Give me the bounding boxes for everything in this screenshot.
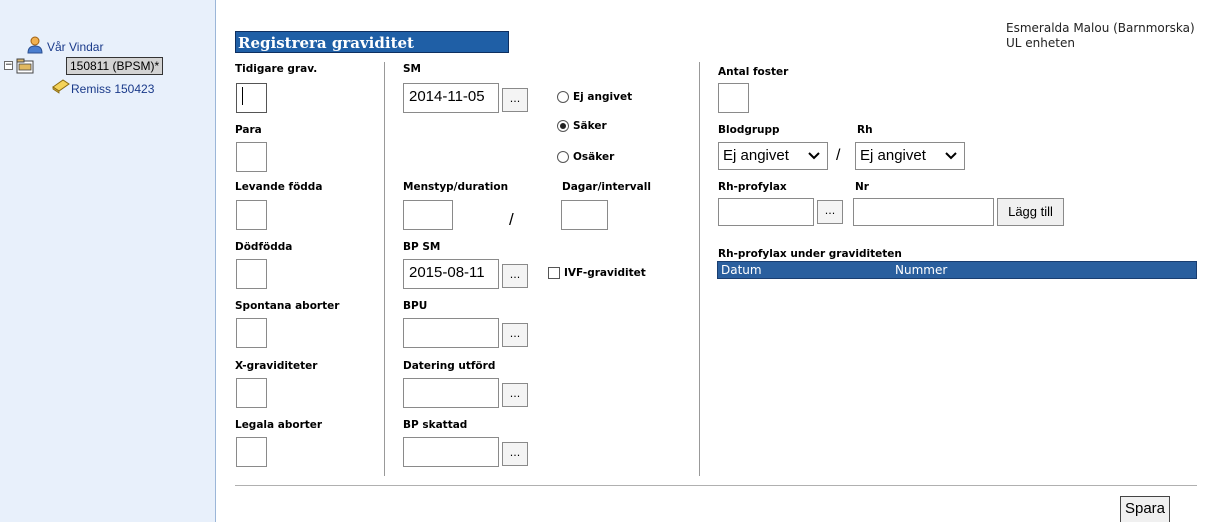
rh-profylax-label: Rh-profylax (718, 181, 787, 193)
radio-osaker-label: Osäker (573, 151, 615, 163)
legala-aborter-input[interactable] (236, 437, 267, 467)
rh-label: Rh (857, 124, 873, 136)
spontana-aborter-input[interactable] (236, 318, 267, 348)
levande-fodda-input[interactable] (236, 200, 267, 230)
tidigare-grav-input[interactable] (236, 83, 267, 113)
ivf-checkbox[interactable] (548, 267, 560, 279)
rh-profylax-table-header: Datum Nummer (717, 261, 1197, 279)
x-graviditeter-label: X-graviditeter (235, 360, 318, 372)
blodgrupp-select[interactable]: Ej angivet (718, 142, 828, 170)
para-label: Para (235, 124, 262, 136)
user-icon (27, 36, 43, 57)
radio-ej-angivet[interactable] (557, 91, 569, 103)
sm-date-picker-button[interactable]: ... (502, 88, 528, 112)
blodgrupp-value: Ej angivet (723, 147, 789, 164)
remiss-icon (51, 78, 71, 97)
menstyp-input[interactable] (403, 200, 453, 230)
sidebar: Vår Vindar − 150811 (BPSM)* Remiss 15042… (0, 0, 216, 522)
chevron-down-icon (944, 147, 958, 167)
bpsm-date-input[interactable]: 2015-08-11 (403, 259, 499, 289)
x-graviditeter-input[interactable] (236, 378, 267, 408)
slash-separator: / (509, 210, 514, 229)
legala-aborter-label: Legala aborter (235, 419, 323, 431)
levande-fodda-label: Levande födda (235, 181, 323, 193)
collapse-icon[interactable]: − (4, 61, 13, 70)
folder-icon (16, 58, 34, 77)
bp-skattad-date-input[interactable] (403, 437, 499, 467)
nr-label: Nr (855, 181, 869, 193)
bp-skattad-date-picker-button[interactable]: ... (502, 442, 528, 466)
blodgrupp-label: Blodgrupp (718, 124, 780, 136)
rh-profylax-table-title: Rh-profylax under graviditeten (718, 248, 902, 260)
sm-date-input[interactable]: 2014-11-05 (403, 83, 499, 113)
bp-skattad-label: BP skattad (403, 419, 468, 431)
remiss-item[interactable]: Remiss 150423 (71, 82, 154, 96)
user-name[interactable]: Vår Vindar (47, 40, 103, 54)
chevron-down-icon (807, 147, 821, 167)
antal-foster-input[interactable] (718, 83, 749, 113)
tidigare-grav-label: Tidigare grav. (235, 63, 318, 75)
bpu-date-picker-button[interactable]: ... (502, 323, 528, 347)
record-item[interactable]: 150811 (BPSM)* (66, 57, 164, 75)
unit-name: UL enheten (1006, 36, 1075, 50)
dagar-input[interactable] (561, 200, 608, 230)
dodfodda-input[interactable] (236, 259, 267, 289)
datering-date-picker-button[interactable]: ... (502, 383, 528, 407)
radio-ej-angivet-label: Ej angivet (573, 91, 633, 103)
spontana-aborter-label: Spontana aborter (235, 300, 340, 312)
dodfodda-label: Dödfödda (235, 241, 293, 253)
dagar-label: Dagar/intervall (562, 181, 651, 193)
save-button[interactable]: Spara (1120, 496, 1170, 522)
bpsm-label: BP SM (403, 241, 441, 253)
bpsm-date-picker-button[interactable]: ... (502, 264, 528, 288)
bpu-label: BPU (403, 300, 428, 312)
divider (699, 62, 700, 476)
sm-label: SM (403, 63, 422, 75)
table-header-datum: Datum (721, 263, 762, 277)
page-title: Registrera graviditet (235, 31, 509, 53)
datering-label: Datering utförd (403, 360, 496, 372)
rh-select[interactable]: Ej angivet (855, 142, 965, 170)
datering-date-input[interactable] (403, 378, 499, 408)
bottom-divider (235, 485, 1197, 486)
rh-profylax-date-picker-button[interactable]: ... (817, 200, 843, 224)
radio-saker-label: Säker (573, 120, 607, 132)
user-info: Esmeralda Malou (Barnmorska) (1006, 21, 1195, 35)
radio-saker[interactable] (557, 120, 569, 132)
table-header-nummer: Nummer (895, 263, 948, 277)
divider (384, 62, 385, 476)
rh-value: Ej angivet (860, 147, 926, 164)
bpu-date-input[interactable] (403, 318, 499, 348)
nr-input[interactable] (853, 198, 994, 226)
antal-foster-label: Antal foster (718, 66, 789, 78)
blodgrupp-rh-separator: / (836, 147, 841, 164)
para-input[interactable] (236, 142, 267, 172)
ivf-label: IVF-graviditet (564, 267, 646, 279)
menstyp-label: Menstyp/duration (403, 181, 509, 193)
rh-profylax-date-input[interactable] (718, 198, 814, 226)
radio-osaker[interactable] (557, 151, 569, 163)
add-button[interactable]: Lägg till (997, 198, 1064, 226)
